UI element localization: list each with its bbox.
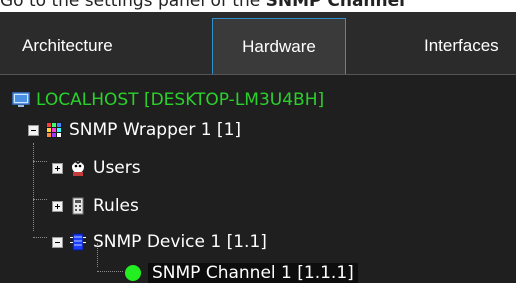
app-window: Architecture Hardware Interfaces LOCALHO… [0,12,516,283]
tab-architecture[interactable]: Architecture [0,18,200,74]
tree-channel-label: SNMP Channel 1 [1.1.1] [148,263,358,283]
instruction-text: Go to the settings panel of the SNMP Cha… [0,0,516,11]
tree-item-rules[interactable]: Rules [52,191,139,221]
tree-connector [33,161,47,162]
tree-users-label: Users [93,158,141,178]
collapse-icon[interactable] [52,236,63,248]
tree-connector [33,143,34,231]
tab-interfaces-label: Interfaces [424,36,499,55]
tree-item-localhost[interactable]: LOCALHOST [DESKTOP-LM3U4BH] [12,85,324,115]
instruction-prefix: Go to the settings panel of the [0,0,266,11]
tab-interfaces[interactable]: Interfaces [420,18,516,74]
snmp-wrapper-icon [45,121,63,139]
tree-item-snmp-device[interactable]: SNMP Device 1 [1.1] [52,227,267,257]
tab-bar: Architecture Hardware Interfaces [0,12,516,74]
expand-icon[interactable] [52,200,63,212]
snmp-device-icon [69,233,87,251]
tab-hardware[interactable]: Hardware [212,18,346,74]
hardware-tree: LOCALHOST [DESKTOP-LM3U4BH] SNMP Wrapper… [0,74,516,283]
tree-item-snmp-channel[interactable]: SNMP Channel 1 [1.1.1] [124,258,358,288]
computer-icon [12,91,30,109]
expand-icon[interactable] [52,162,63,174]
tree-item-users[interactable]: Users [52,153,141,183]
tab-architecture-label: Architecture [22,36,113,55]
tab-hardware-label: Hardware [242,36,316,56]
instruction-bold: SNMP Channel [265,0,405,11]
collapse-icon[interactable] [28,124,39,136]
users-icon [69,159,87,177]
tree-item-snmp-wrapper[interactable]: SNMP Wrapper 1 [1] [28,115,241,145]
tree-wrapper-label: SNMP Wrapper 1 [1] [69,120,242,140]
tree-device-label: SNMP Device 1 [1.1] [93,232,267,252]
tree-connector [97,271,123,272]
tree-rules-label: Rules [93,196,139,216]
tree-connector [33,199,47,200]
rules-icon [69,197,87,215]
green-status-icon [124,264,142,282]
tree-root-label: LOCALHOST [DESKTOP-LM3U4BH] [36,90,325,110]
tree-connector [33,237,47,238]
